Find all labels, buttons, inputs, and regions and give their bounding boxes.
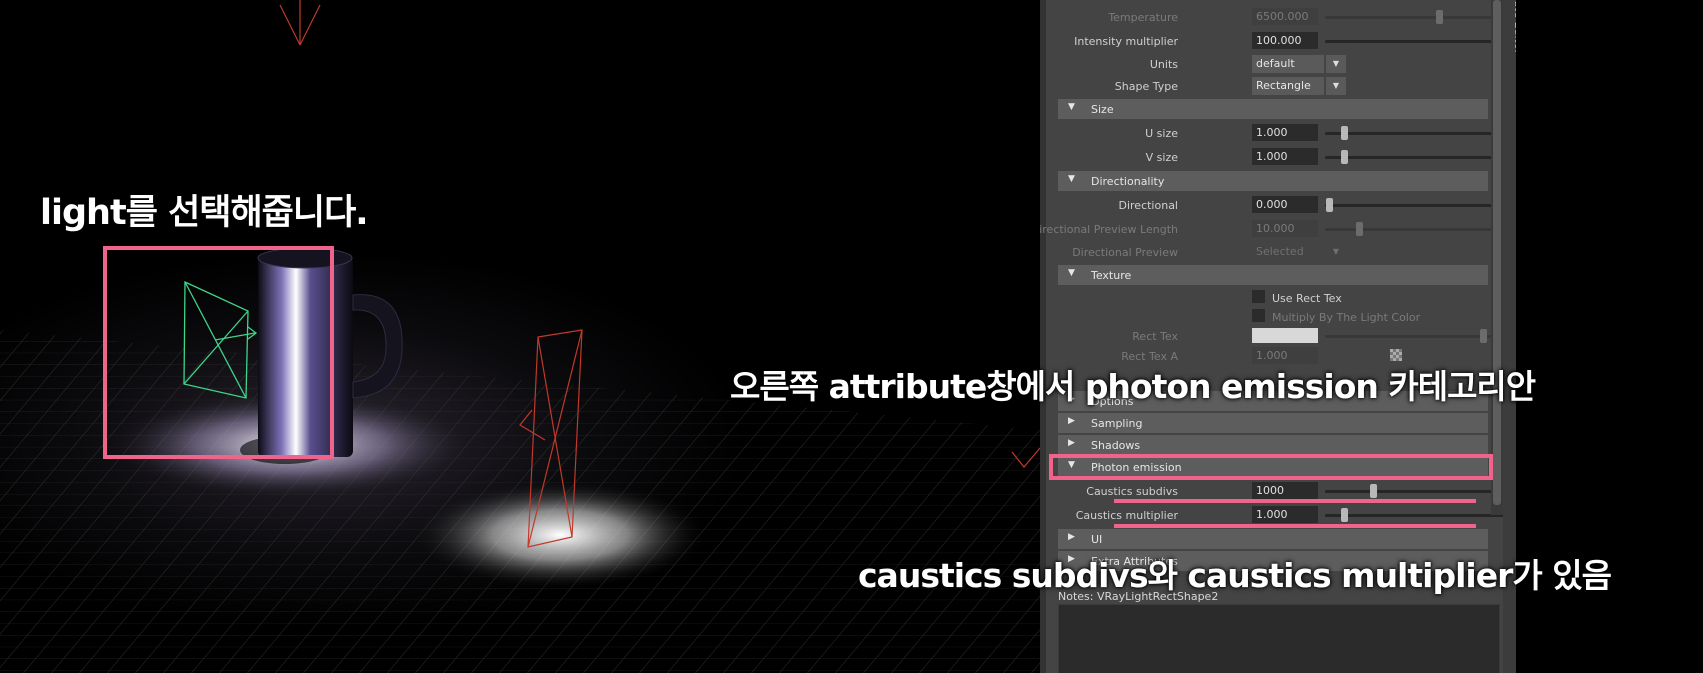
directional-preview-row: Directional Preview Selected ▼ bbox=[1060, 242, 1490, 262]
preview-length-label: Directional Preview Length bbox=[1040, 223, 1178, 236]
caption-caustics-hint: caustics subdivs와 caustics multiplier가 있… bbox=[858, 556, 1612, 595]
directional-row: Directional 0.000 bbox=[1060, 195, 1515, 215]
intensity-slider[interactable] bbox=[1325, 34, 1516, 48]
light-pool-2 bbox=[410, 480, 710, 590]
temperature-label: Temperature bbox=[1108, 11, 1178, 24]
multiply-label: Multiply By The Light Color bbox=[1272, 311, 1421, 324]
section-title: UI bbox=[1091, 533, 1103, 546]
u-size-field[interactable]: 1.000 bbox=[1252, 124, 1318, 141]
caustics-multiplier-field[interactable]: 1.000 bbox=[1252, 506, 1318, 523]
section-ui[interactable]: ▶ UI bbox=[1058, 529, 1488, 549]
section-shadows[interactable]: ▶ Shadows bbox=[1058, 435, 1488, 455]
section-directionality[interactable]: ▼ Directionality bbox=[1058, 171, 1488, 191]
directional-field[interactable]: 0.000 bbox=[1252, 196, 1318, 213]
slider-handle[interactable] bbox=[1479, 329, 1487, 343]
caption-select-light: light를 선택해줍니다. bbox=[40, 193, 369, 233]
preview-length-slider[interactable] bbox=[1325, 222, 1515, 236]
units-label: Units bbox=[1149, 58, 1178, 71]
shape-type-label: Shape Type bbox=[1114, 80, 1178, 93]
intensity-label: Intensity multiplier bbox=[1074, 35, 1178, 48]
intensity-field[interactable]: 100.000 bbox=[1252, 32, 1318, 49]
temperature-slider[interactable] bbox=[1325, 10, 1515, 24]
slider-handle[interactable] bbox=[1436, 10, 1443, 24]
section-title: Size bbox=[1091, 103, 1114, 116]
v-size-row: V size 1.000 bbox=[1060, 147, 1515, 167]
section-title: Shadows bbox=[1091, 439, 1141, 452]
triangle-right-icon: ▶ bbox=[1068, 438, 1075, 448]
shape-type-row: Shape Type Rectangle ▼ bbox=[1060, 76, 1490, 96]
section-title: Directionality bbox=[1091, 175, 1165, 188]
temperature-field[interactable]: 6500.000 bbox=[1252, 8, 1318, 25]
rect-tex-slider[interactable] bbox=[1325, 329, 1515, 343]
notes-area: Notes: VRayLightRectShape2 bbox=[1050, 590, 1500, 673]
multiply-row: Multiply By The Light Color bbox=[1060, 307, 1490, 327]
units-dropdown[interactable]: default ▼ bbox=[1252, 55, 1346, 73]
v-size-slider[interactable] bbox=[1325, 150, 1515, 164]
shape-type-dropdown[interactable]: Rectangle ▼ bbox=[1252, 77, 1346, 95]
highlight-photon-emission bbox=[1049, 454, 1493, 480]
rect-tex-label: Rect Tex bbox=[1132, 330, 1178, 343]
notes-textarea[interactable] bbox=[1058, 604, 1500, 673]
directional-preview-value: Selected bbox=[1256, 245, 1304, 258]
slider-handle[interactable] bbox=[1341, 126, 1348, 140]
underline-caustics-multiplier bbox=[1114, 524, 1476, 528]
section-title: Texture bbox=[1091, 269, 1132, 282]
triangle-right-icon: ▶ bbox=[1068, 532, 1075, 542]
intensity-row: Intensity multiplier 100.000 bbox=[1060, 31, 1516, 51]
u-size-slider[interactable] bbox=[1325, 126, 1515, 140]
triangle-down-icon: ▼ bbox=[1068, 174, 1075, 184]
v-size-field[interactable]: 1.000 bbox=[1252, 148, 1318, 165]
section-sampling[interactable]: ▶ Sampling bbox=[1058, 413, 1488, 433]
caustics-subdivs-slider[interactable] bbox=[1325, 484, 1515, 498]
temperature-row: Temperature 6500.000 bbox=[1060, 7, 1515, 27]
directional-slider[interactable] bbox=[1325, 198, 1515, 212]
section-size[interactable]: ▼ Size bbox=[1058, 99, 1488, 119]
rect-tex-row: Rect Tex bbox=[1060, 326, 1515, 346]
chevron-down-icon[interactable]: ▼ bbox=[1326, 55, 1346, 73]
v-size-label: V size bbox=[1145, 151, 1178, 164]
caustics-subdivs-row: Caustics subdivs 1000 bbox=[1060, 481, 1515, 501]
scrollbar-thumb[interactable] bbox=[1493, 0, 1501, 505]
slider-handle[interactable] bbox=[1341, 150, 1348, 164]
u-size-label: U size bbox=[1145, 127, 1178, 140]
use-rect-tex-row: Use Rect Tex bbox=[1060, 288, 1490, 308]
caustics-multiplier-label: Caustics multiplier bbox=[1075, 509, 1178, 522]
caustics-subdivs-field[interactable]: 1000 bbox=[1252, 482, 1318, 499]
directional-label: Directional bbox=[1118, 199, 1179, 212]
scrollbar[interactable] bbox=[1491, 0, 1503, 515]
use-rect-tex-label: Use Rect Tex bbox=[1272, 292, 1342, 305]
units-value: default bbox=[1256, 57, 1295, 70]
highlight-light-box bbox=[103, 246, 334, 459]
preview-length-field[interactable]: 10.000 bbox=[1252, 220, 1318, 237]
shape-type-value: Rectangle bbox=[1256, 79, 1311, 92]
chevron-down-icon[interactable]: ▼ bbox=[1326, 243, 1346, 261]
slider-handle[interactable] bbox=[1341, 508, 1348, 522]
use-rect-tex-checkbox[interactable] bbox=[1252, 290, 1265, 303]
directional-preview-dropdown[interactable]: Selected ▼ bbox=[1252, 243, 1339, 261]
triangle-down-icon: ▼ bbox=[1068, 102, 1075, 112]
caustics-multiplier-row: Caustics multiplier 1.000 bbox=[1060, 505, 1515, 525]
triangle-down-icon: ▼ bbox=[1068, 268, 1075, 278]
slider-handle[interactable] bbox=[1325, 198, 1333, 212]
slider-handle[interactable] bbox=[1369, 484, 1377, 498]
section-texture[interactable]: ▼ Texture bbox=[1058, 265, 1488, 285]
preview-length-row: Directional Preview Length 10.000 bbox=[1040, 219, 1515, 239]
section-title: Sampling bbox=[1091, 417, 1143, 430]
caustics-subdivs-label: Caustics subdivs bbox=[1086, 485, 1178, 498]
u-size-row: U size 1.000 bbox=[1060, 123, 1515, 143]
multiply-checkbox[interactable] bbox=[1252, 309, 1265, 322]
chevron-down-icon[interactable]: ▼ bbox=[1326, 77, 1346, 95]
slider-handle[interactable] bbox=[1356, 222, 1364, 236]
caption-attribute-hint: 오른쪽 attribute창에서 photon emission 카테고리안 bbox=[730, 367, 1536, 406]
units-row: Units default ▼ bbox=[1060, 54, 1490, 74]
triangle-right-icon: ▶ bbox=[1068, 416, 1075, 426]
underline-caustics-subdivs bbox=[1114, 499, 1476, 503]
rect-tex-swatch[interactable] bbox=[1252, 328, 1318, 343]
directional-preview-label: Directional Preview bbox=[1072, 246, 1178, 259]
caustics-multiplier-slider[interactable] bbox=[1325, 508, 1515, 522]
